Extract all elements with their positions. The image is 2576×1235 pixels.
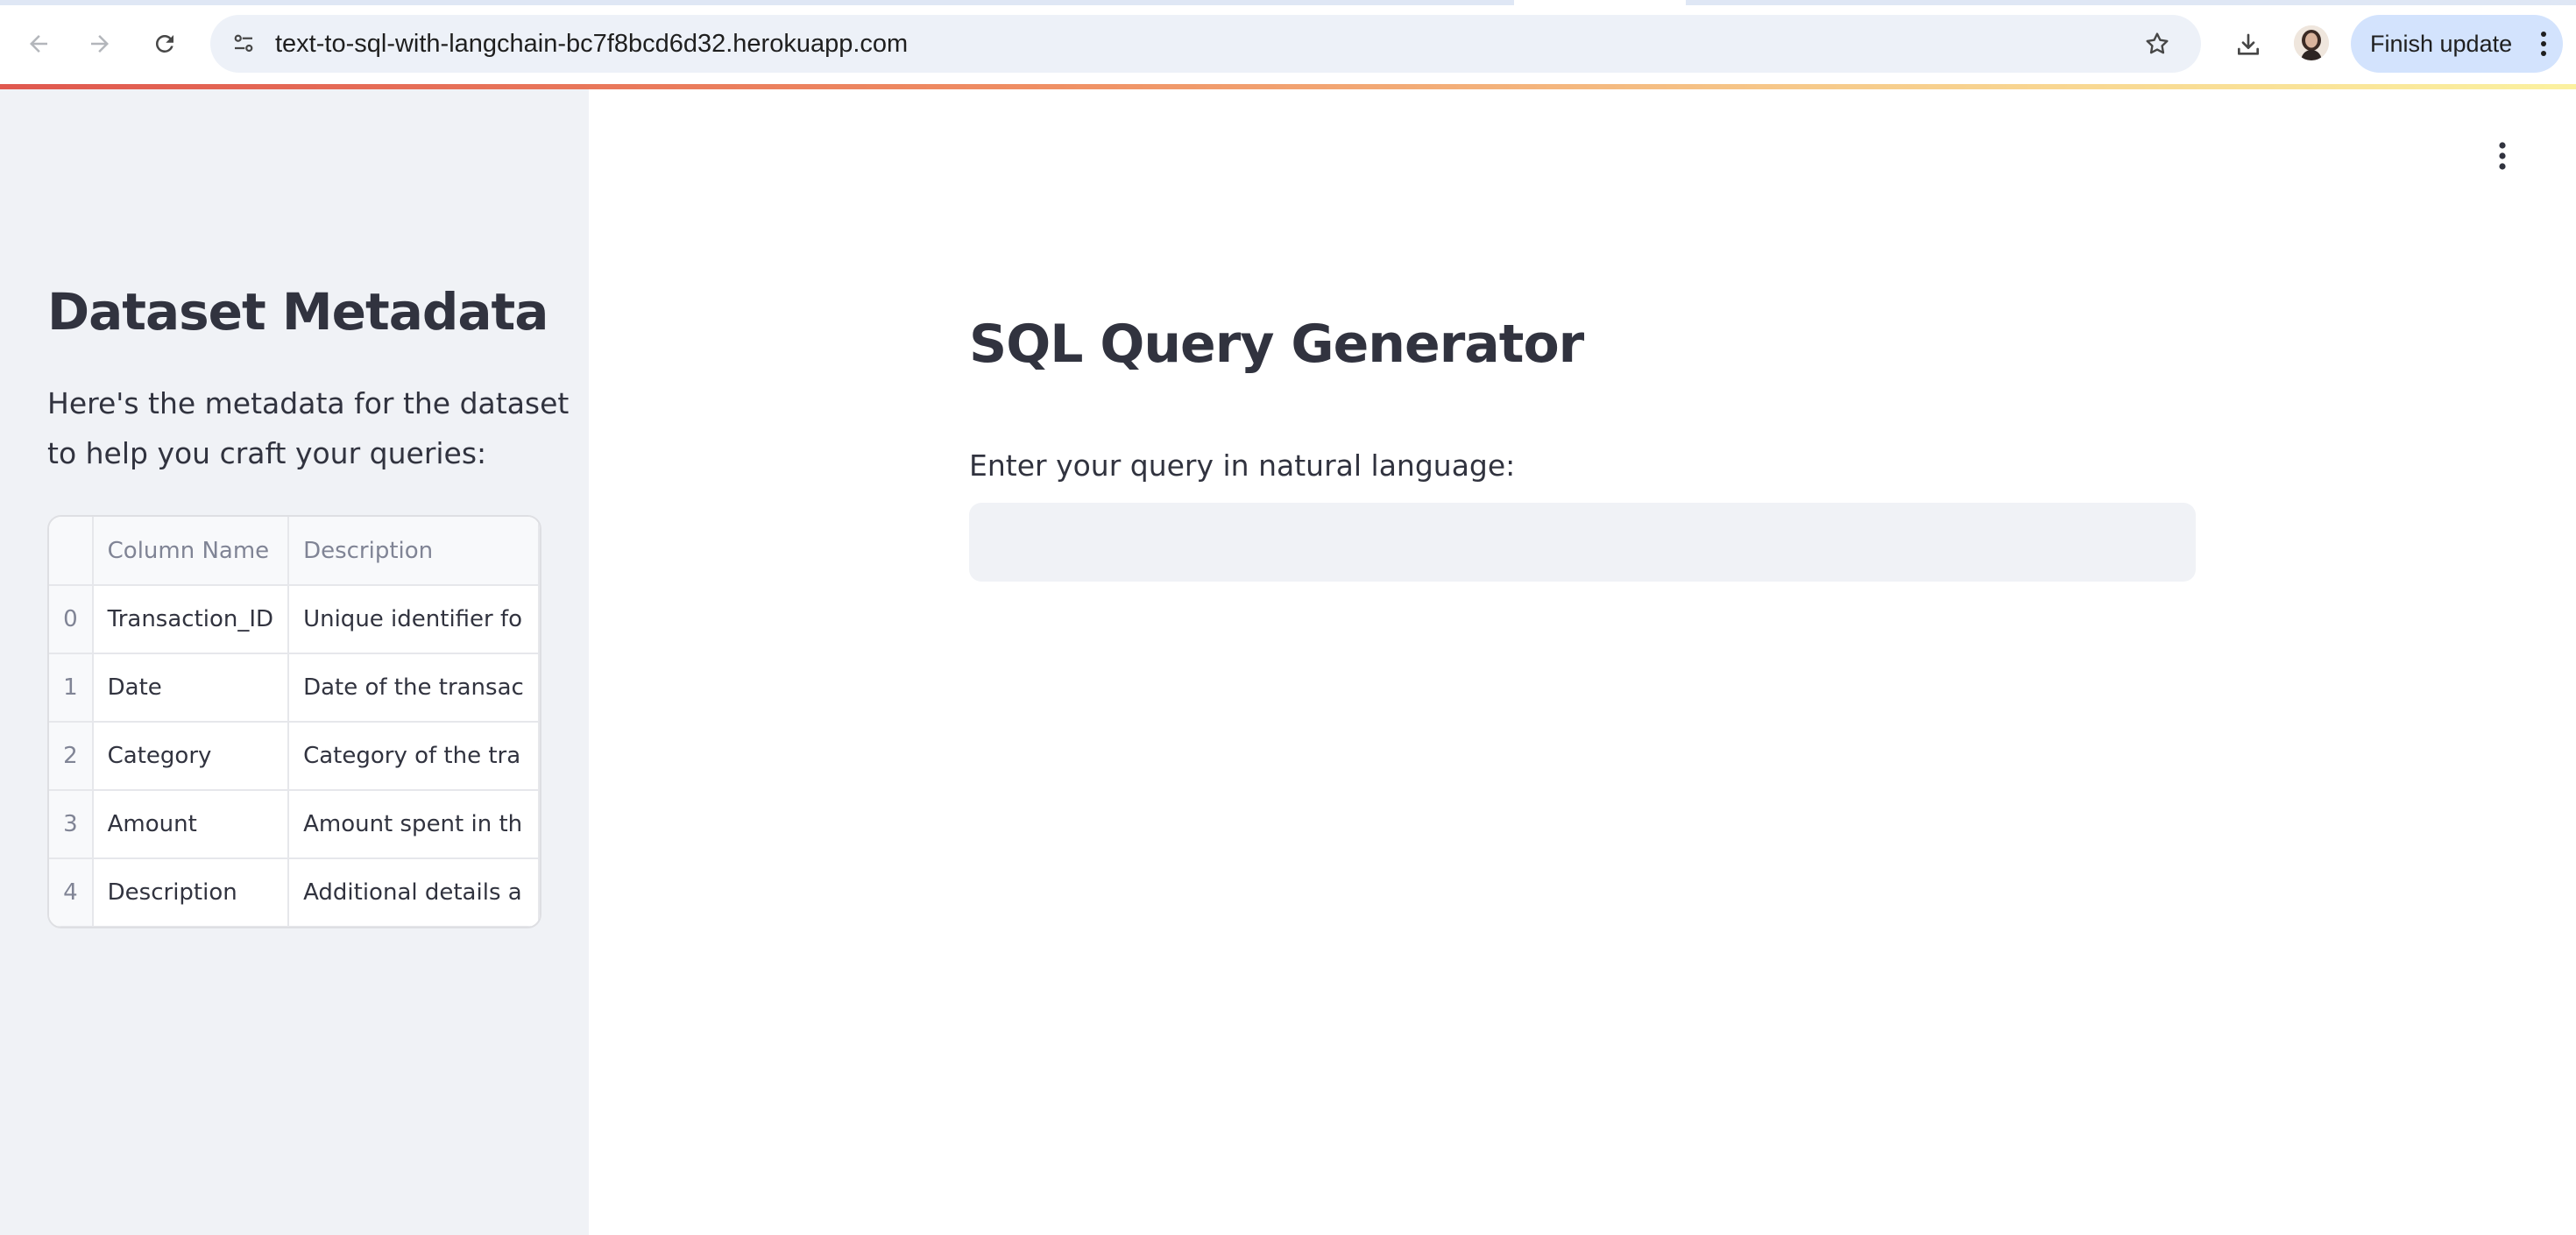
column-header-column-name[interactable]: Column Name bbox=[92, 517, 290, 586]
table-row: 0 Transaction_ID Unique identifier fo bbox=[49, 585, 540, 654]
table-row: 1 Date Date of the transac bbox=[49, 653, 540, 723]
cell-description[interactable]: Unique identifier fo bbox=[288, 585, 540, 654]
download-button[interactable] bbox=[2224, 21, 2273, 70]
bookmark-star-icon[interactable] bbox=[2136, 23, 2178, 65]
table-header-row: Column Name Description bbox=[49, 517, 540, 586]
reload-button[interactable] bbox=[140, 19, 189, 68]
cell-description[interactable]: Date of the transac bbox=[288, 653, 540, 723]
download-icon bbox=[2238, 33, 2259, 55]
avatar-icon bbox=[2294, 25, 2329, 60]
row-index: 3 bbox=[49, 790, 94, 859]
table-row: 2 Category Category of the tra bbox=[49, 722, 540, 791]
forward-button[interactable] bbox=[75, 19, 124, 68]
more-vert-icon bbox=[2541, 32, 2546, 56]
tab-strip bbox=[0, 0, 2576, 5]
reload-icon bbox=[155, 34, 173, 53]
profile-avatar[interactable] bbox=[2294, 25, 2329, 60]
cell-description[interactable]: Category of the tra bbox=[288, 722, 540, 791]
main-menu-icon[interactable] bbox=[2487, 140, 2518, 172]
cell-column-name[interactable]: Category bbox=[92, 722, 290, 791]
index-header bbox=[49, 517, 94, 586]
row-index: 4 bbox=[49, 858, 94, 927]
metadata-dataframe[interactable]: Column Name Description 0 Transaction_ID… bbox=[47, 515, 541, 928]
table-row: 3 Amount Amount spent in th bbox=[49, 790, 540, 859]
cell-column-name[interactable]: Amount bbox=[92, 790, 290, 859]
query-input[interactable] bbox=[969, 503, 2196, 582]
sidebar: Dataset Metadata Here's the metadata for… bbox=[0, 89, 589, 1235]
column-header-description[interactable]: Description bbox=[288, 517, 540, 586]
sidebar-title: Dataset Metadata bbox=[47, 282, 548, 342]
arrow-right-icon bbox=[91, 35, 109, 53]
query-input-label: Enter your query in natural language: bbox=[969, 448, 1516, 483]
page-title: SQL Query Generator bbox=[969, 314, 1584, 375]
cell-description[interactable]: Additional details a bbox=[288, 858, 540, 927]
cell-column-name[interactable]: Description bbox=[92, 858, 290, 927]
url-text[interactable]: text-to-sql-with-langchain-bc7f8bcd6d32.… bbox=[275, 15, 908, 73]
finish-update-label: Finish update bbox=[2370, 30, 2513, 57]
address-bar[interactable]: text-to-sql-with-langchain-bc7f8bcd6d32.… bbox=[210, 15, 2201, 73]
row-index: 2 bbox=[49, 722, 94, 791]
cell-column-name[interactable]: Date bbox=[92, 653, 290, 723]
table-row: 4 Description Additional details a bbox=[49, 858, 540, 927]
metadata-table: Column Name Description 0 Transaction_ID… bbox=[49, 517, 540, 927]
cell-description[interactable]: Amount spent in th bbox=[288, 790, 540, 859]
cell-column-name[interactable]: Transaction_ID bbox=[92, 585, 290, 654]
site-info-icon[interactable] bbox=[223, 23, 265, 65]
browser-toolbar: text-to-sql-with-langchain-bc7f8bcd6d32.… bbox=[0, 0, 2576, 86]
row-index: 1 bbox=[49, 653, 94, 723]
finish-update-button[interactable]: Finish update bbox=[2351, 15, 2563, 73]
back-button[interactable] bbox=[14, 19, 63, 68]
arrow-left-icon bbox=[30, 35, 47, 53]
sidebar-description: Here's the metadata for the dataset to h… bbox=[47, 386, 570, 470]
row-index: 0 bbox=[49, 585, 94, 654]
